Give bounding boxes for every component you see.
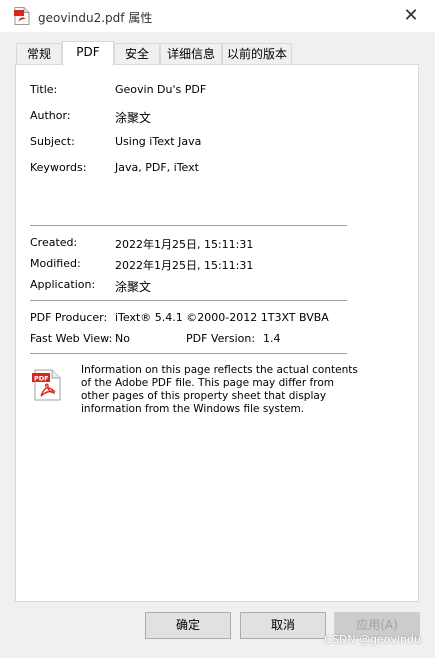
pdf-properties-panel: Title: Geovin Du's PDF Author: 涂聚文 Subje… (15, 64, 419, 602)
svg-text:PDF: PDF (34, 375, 49, 383)
window-title: geovindu2.pdf 属性 (38, 11, 153, 25)
subject-value: Using iText Java (115, 135, 202, 148)
producer-label: PDF Producer: (30, 311, 108, 324)
tab-pdf[interactable]: PDF (62, 41, 114, 66)
version-label: PDF Version: (186, 332, 256, 345)
created-label: Created: (30, 236, 78, 249)
tab-security[interactable]: 安全 (114, 43, 160, 65)
author-label: Author: (30, 109, 71, 122)
adobe-pdf-icon: PDF (32, 369, 61, 401)
tab-previous-versions[interactable]: 以前的版本 (222, 43, 292, 65)
watermark-text: CSDN @geovindu (324, 633, 421, 646)
separator (30, 353, 347, 354)
tab-general[interactable]: 常规 (16, 43, 62, 65)
fastweb-label: Fast Web View: (30, 332, 113, 345)
title-value: Geovin Du's PDF (115, 83, 207, 96)
cancel-button[interactable]: 取消 (240, 612, 326, 639)
fastweb-value: No (115, 332, 130, 345)
close-icon[interactable]: ✕ (401, 6, 421, 26)
application-value: 涂聚文 (115, 280, 152, 294)
title-bar: geovindu2.pdf 属性 ✕ (0, 0, 435, 32)
application-label: Application: (30, 278, 96, 291)
info-text: Information on this page reflects the ac… (81, 364, 358, 415)
created-value: 2022年1月25日, 15:11:31 (115, 238, 254, 251)
tab-details[interactable]: 详细信息 (160, 43, 222, 65)
version-value: 1.4 (263, 332, 281, 345)
pdf-file-icon (14, 7, 30, 25)
producer-value: iText® 5.4.1 ©2000-2012 1T3XT BVBA (115, 311, 329, 324)
keywords-label: Keywords: (30, 161, 87, 174)
separator (30, 225, 347, 226)
author-value: 涂聚文 (115, 111, 152, 125)
subject-label: Subject: (30, 135, 75, 148)
title-label: Title: (30, 83, 58, 96)
separator (30, 300, 347, 301)
modified-label: Modified: (30, 257, 81, 270)
ok-button[interactable]: 确定 (145, 612, 231, 639)
modified-value: 2022年1月25日, 15:11:31 (115, 259, 254, 272)
keywords-value: Java, PDF, iText (115, 161, 199, 174)
